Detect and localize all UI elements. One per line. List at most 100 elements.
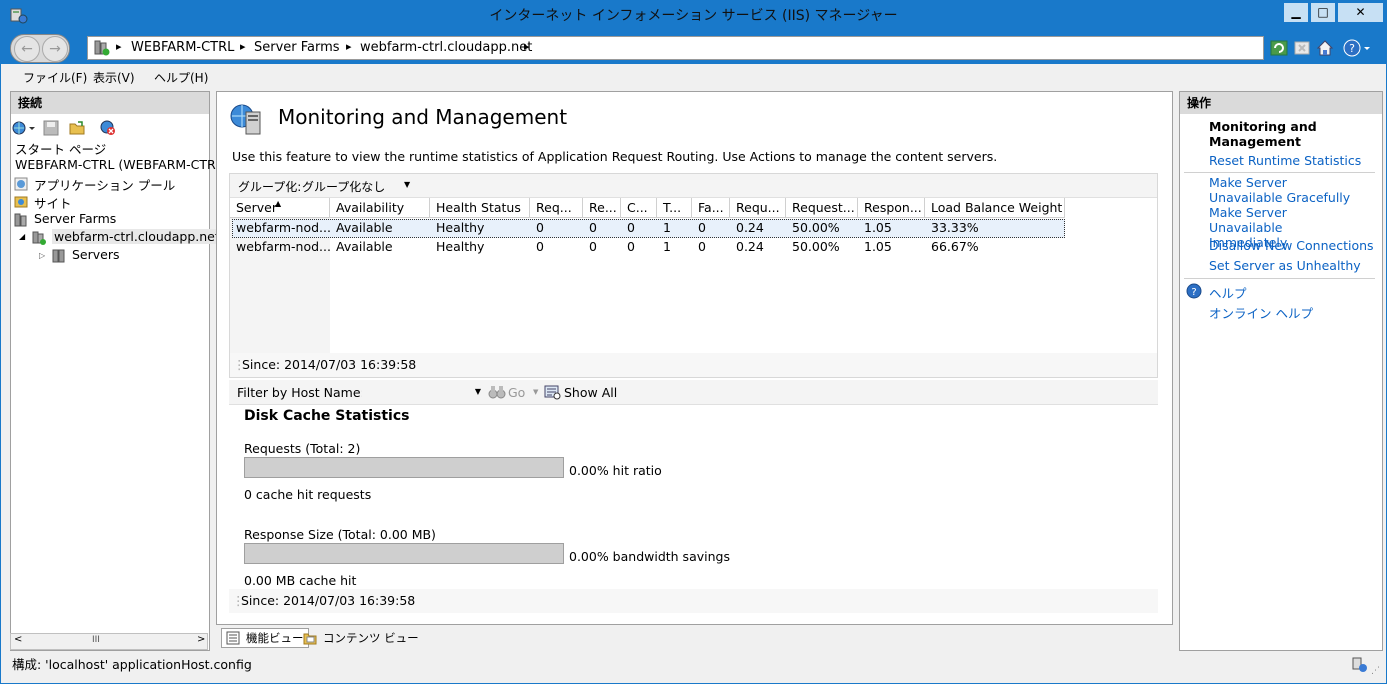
disconnect-icon[interactable]: [100, 120, 116, 136]
column-header-response[interactable]: Respon...: [858, 198, 925, 218]
dropdown-arrow-icon[interactable]: ▼: [475, 387, 481, 396]
menu-view[interactable]: 表示(V): [93, 69, 135, 86]
cell-response: 1.05: [864, 239, 892, 254]
breadcrumb-item-webfarm-ctrl[interactable]: WEBFARM-CTRL: [131, 40, 234, 55]
response-size-label: Response Size (Total: 0.00 MB): [244, 527, 436, 542]
servers-icon: [52, 249, 65, 263]
cell-t: 1: [663, 239, 671, 254]
action-disallow-new-connections[interactable]: Disallow New Connections: [1209, 238, 1374, 253]
menu-help[interactable]: ヘルプ(H): [154, 69, 208, 86]
grip-icon: ⋮: [233, 357, 246, 372]
column-header-requ[interactable]: Requ...: [730, 198, 786, 218]
actions-header: 操作: [1180, 92, 1382, 114]
tab-content-view[interactable]: コンテンツ ビュー: [298, 628, 424, 648]
actions-panel: 操作 Monitoring and Management Reset Runti…: [1179, 91, 1383, 651]
cell-c: 0: [627, 239, 635, 254]
main-content: Monitoring and Management Use this featu…: [216, 91, 1173, 625]
group-by-select[interactable]: グループ化なし: [302, 178, 385, 195]
address-bar[interactable]: ▸ WEBFARM-CTRL ▸ Server Farms ▸ webfarm-…: [87, 36, 1264, 60]
stop-icon[interactable]: [1293, 38, 1311, 58]
cell-health: Healthy: [436, 239, 485, 254]
view-tabs: 機能ビュー コンテンツ ビュー: [216, 626, 1173, 650]
dropdown-arrow-icon[interactable]: ▼: [404, 180, 410, 189]
hit-ratio-bar: [244, 457, 564, 478]
open-folder-icon[interactable]: [69, 120, 85, 136]
column-header-request-pct[interactable]: Request...: [786, 198, 858, 218]
collapsed-arrow-icon[interactable]: ▷: [39, 251, 45, 260]
tab-label: 機能ビュー: [246, 631, 304, 645]
breadcrumb-separator: ▸: [240, 40, 246, 53]
window-title: インターネット インフォメーション サービス (IIS) マネージャー: [489, 8, 898, 24]
action-help[interactable]: ヘルプ: [1209, 283, 1247, 302]
action-set-server-unhealthy[interactable]: Set Server as Unhealthy: [1209, 258, 1361, 273]
column-header-t[interactable]: T...: [657, 198, 692, 218]
tree-item-app-pools[interactable]: アプリケーション プール: [34, 175, 175, 194]
save-icon[interactable]: [43, 120, 59, 136]
column-header-c[interactable]: C...: [621, 198, 657, 218]
tree-item-farm-selected[interactable]: webfarm-ctrl.cloudapp.net: [52, 229, 222, 244]
column-header-load-balance-weight[interactable]: Load Balance Weight: [925, 198, 1065, 218]
column-header-server[interactable]: Server ▲: [230, 198, 330, 218]
tree-item-servers[interactable]: Servers: [72, 247, 120, 262]
tree-item-start-page[interactable]: スタート ページ: [15, 139, 106, 158]
server-grid: グループ化: グループ化なし ▼ Server ▲ Availability He…: [229, 173, 1158, 378]
column-header-health-status[interactable]: Health Status: [430, 198, 530, 218]
status-text: 構成: 'localhost' applicationHost.config: [12, 657, 252, 672]
action-make-unavailable-gracefully[interactable]: Make Server Unavailable Gracefully: [1209, 175, 1359, 205]
host-name-filter-select[interactable]: ▼: [362, 382, 484, 402]
refresh-icon[interactable]: [1270, 38, 1288, 58]
content-view-icon: [303, 633, 317, 645]
close-button[interactable]: ✕: [1337, 2, 1384, 23]
cell-requ: 0.24: [736, 239, 764, 254]
cell-request-pct: 50.00%: [792, 220, 840, 235]
sort-asc-icon: ▲: [275, 199, 282, 208]
column-header-requests[interactable]: Req...: [530, 198, 583, 218]
action-reset-runtime-statistics[interactable]: Reset Runtime Statistics: [1209, 153, 1361, 168]
scroll-right-icon[interactable]: >: [197, 634, 205, 645]
column-header-re[interactable]: Re...: [583, 198, 621, 218]
breadcrumb-item-server-farms[interactable]: Server Farms: [254, 40, 340, 55]
tab-features-view[interactable]: 機能ビュー: [221, 628, 309, 648]
column-header-availability[interactable]: Availability: [330, 198, 430, 218]
cache-hit-requests: 0 cache hit requests: [244, 487, 372, 502]
help-icon[interactable]: ?: [1343, 38, 1371, 58]
tree-item-server-farms[interactable]: Server Farms: [34, 211, 116, 226]
action-online-help[interactable]: オンライン ヘルプ: [1209, 303, 1313, 322]
tab-label: コンテンツ ビュー: [323, 631, 419, 645]
back-arrow-icon[interactable]: ←: [14, 36, 40, 62]
column-header-fa[interactable]: Fa...: [692, 198, 730, 218]
go-button[interactable]: Go: [508, 385, 525, 400]
minimize-button[interactable]: ▁: [1283, 2, 1309, 23]
since-bar-servers: ⋮ Since: 2014/07/03 16:39:58: [230, 353, 1157, 377]
globe-connect-icon[interactable]: [12, 120, 36, 136]
go-dropdown-icon[interactable]: ▼: [533, 388, 538, 396]
show-all-button[interactable]: Show All: [564, 385, 617, 400]
binoculars-icon[interactable]: [488, 384, 506, 400]
actions-section-title: Monitoring and Management: [1209, 119, 1317, 149]
connections-hscrollbar[interactable]: < III >: [10, 633, 208, 650]
breadcrumb-item-farm[interactable]: webfarm-ctrl.cloudapp.net: [360, 40, 532, 55]
expanded-arrow-icon[interactable]: ◢: [19, 232, 25, 241]
show-all-icon[interactable]: [544, 384, 562, 400]
tree-item-sites[interactable]: サイト: [34, 193, 72, 212]
scroll-left-icon[interactable]: <: [14, 634, 22, 645]
disk-cache-title: Disk Cache Statistics: [244, 408, 410, 424]
cell-re: 0: [589, 239, 597, 254]
home-icon[interactable]: [1316, 38, 1334, 58]
cell-req: 0: [536, 220, 544, 235]
since-timestamp: Since: 2014/07/03 16:39:58: [242, 357, 417, 372]
bandwidth-bar: [244, 543, 564, 564]
scroll-thumb-grip[interactable]: III: [92, 635, 100, 645]
breadcrumb-separator: ▸: [524, 40, 530, 53]
cell-request-pct: 50.00%: [792, 239, 840, 254]
menu-file[interactable]: ファイル(F): [23, 69, 87, 86]
cell-req: 0: [536, 239, 544, 254]
maximize-button[interactable]: □: [1310, 2, 1336, 23]
forward-arrow-icon[interactable]: →: [42, 36, 68, 62]
help-icon: ?: [1186, 283, 1202, 299]
tree-item-server[interactable]: WEBFARM-CTRL (WEBFARM-CTR: [15, 157, 216, 172]
group-by-bar: グループ化: グループ化なし ▼: [230, 174, 1157, 198]
page-title: Monitoring and Management: [278, 105, 568, 129]
resize-grip-icon[interactable]: ⋰: [1371, 660, 1380, 682]
cache-hit-mb: 0.00 MB cache hit: [244, 573, 357, 588]
